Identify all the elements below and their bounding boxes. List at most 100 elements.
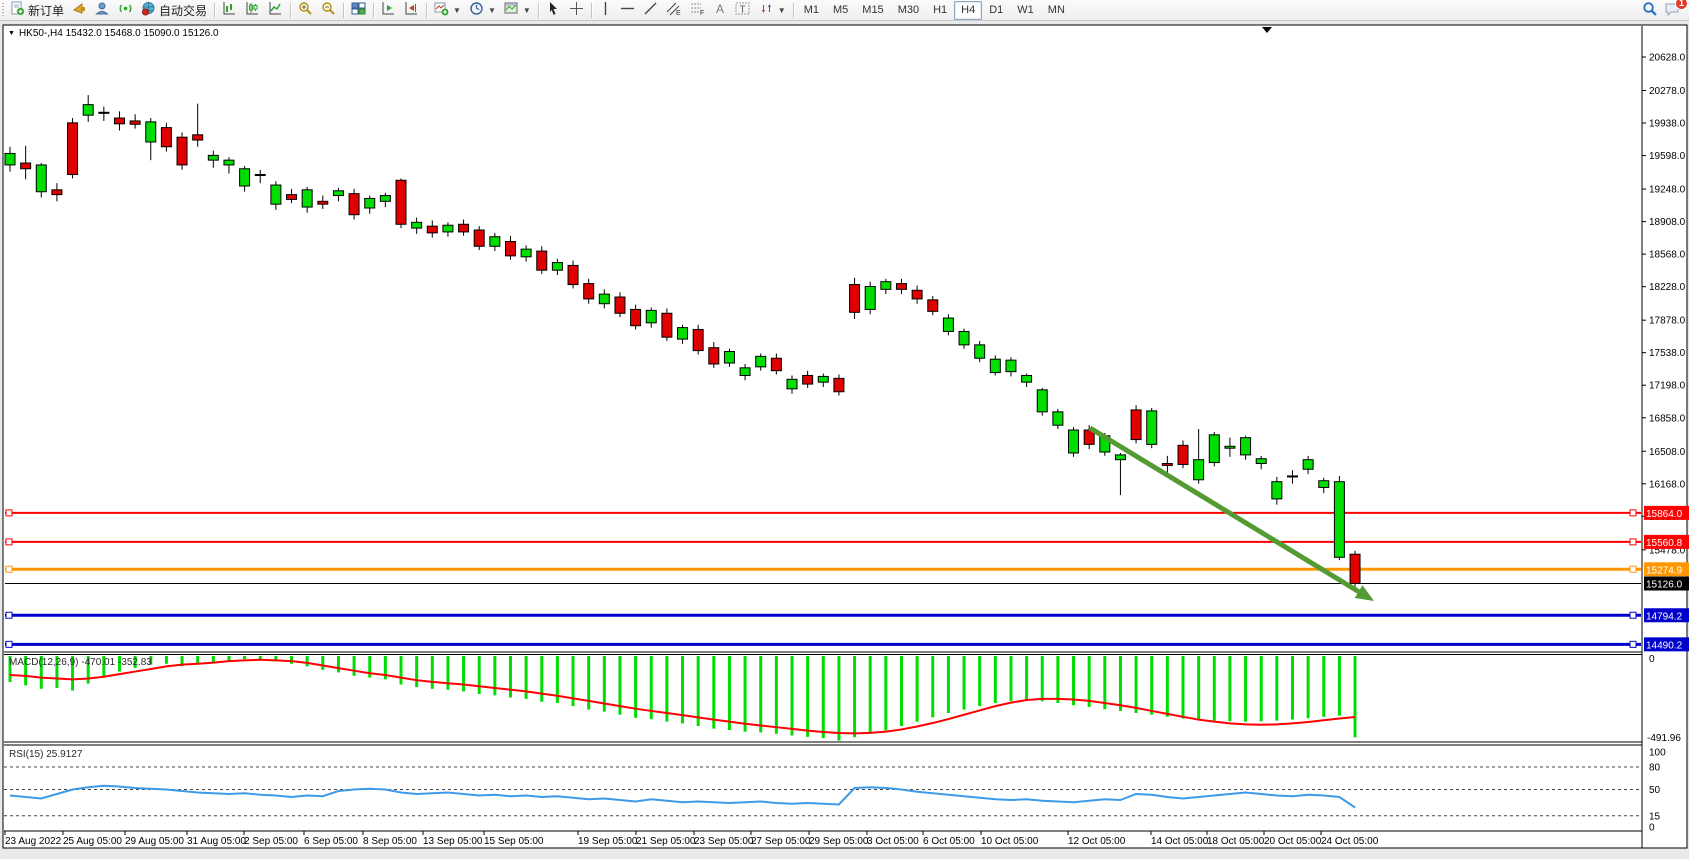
price-tick-label: 18568.0 [1649,250,1686,261]
hline-handle-left[interactable] [6,612,12,618]
time-tick-label: 6 Sep 05:00 [304,836,358,847]
time-tick-label: 14 Oct 05:00 [1151,836,1209,847]
trend-arrow-line[interactable] [1090,428,1359,592]
rsi-label: RSI(15) 25.9127 [9,749,82,760]
candle-body [1209,435,1219,463]
time-tick-label: 15 Sep 05:00 [484,836,544,847]
candle-body [318,201,328,204]
time-tick-label: 8 Sep 05:00 [363,836,417,847]
candle-body [865,286,875,309]
candle-body [146,122,156,142]
candle-body [443,225,453,232]
candle-body [1287,476,1297,477]
hline-handle-right[interactable] [1630,612,1636,618]
candle-body [1115,455,1125,460]
time-tick-label: 13 Sep 05:00 [423,836,483,847]
time-tick-label: 24 Oct 05:00 [1321,836,1379,847]
price-tick-label: 19248.0 [1649,185,1686,196]
candle-body [1334,482,1344,558]
hline-handle-left[interactable] [6,566,12,572]
candle-body [599,294,609,304]
candle-body [99,112,109,113]
hline-handle-right[interactable] [1630,566,1636,572]
price-tick-label: 18228.0 [1649,282,1686,293]
candle-body [5,153,15,164]
price-tick-label: 17878.0 [1649,316,1686,327]
candle-body [912,290,922,299]
candle-body [818,376,828,382]
chart-title-text: HK50-,H4 15432.0 15468.0 15090.0 15126.0 [19,28,219,39]
candle-body [208,155,218,160]
candle-body [333,191,343,196]
price-tick-label: 16168.0 [1649,479,1686,490]
candle-body [1272,482,1282,499]
time-tick-label: 31 Aug 05:00 [187,836,246,847]
candle-body [427,226,437,233]
candle-body [850,285,860,313]
price-tick-label: 17198.0 [1649,381,1686,392]
candle-body [287,195,297,200]
candle-body [990,359,1000,372]
candle-body [412,222,422,228]
candle-body [83,105,93,116]
time-tick-label: 23 Sep 05:00 [694,836,754,847]
candle-body [693,330,703,351]
candle-body [1225,446,1235,448]
price-tick-label: 19938.0 [1649,119,1686,130]
shift-marker-icon[interactable] [1262,27,1272,33]
candle-body [302,190,312,207]
candle-body [975,345,985,358]
price-tick-label: 18908.0 [1649,217,1686,228]
time-tick-label: 6 Oct 05:00 [923,836,975,847]
chart-window-border [3,25,1687,848]
rsi-scale-100: 100 [1649,748,1666,759]
candle-body [271,185,281,204]
macd-scale-bottom: -491.96 [1647,733,1681,744]
candle-body [1053,412,1063,425]
price-flag-label: 15560.8 [1646,538,1683,549]
price-tick-label: 17538.0 [1649,348,1686,359]
candle-body [1131,410,1141,440]
price-tick-label: 16508.0 [1649,447,1686,458]
price-tick-label: 20278.0 [1649,86,1686,97]
candle-body [1022,375,1032,382]
hline-handle-left[interactable] [6,510,12,516]
hline-handle-left[interactable] [6,539,12,545]
candle-body [459,224,469,232]
candle-body [1194,460,1204,480]
collapse-icon[interactable]: ▼ [8,30,15,37]
chart-title: ▼ HK50-,H4 15432.0 15468.0 15090.0 15126… [8,28,219,39]
candle-body [646,310,656,322]
time-tick-label: 19 Sep 05:00 [578,836,638,847]
candle-body [631,309,641,325]
candle-body [943,318,953,331]
hline-handle-right[interactable] [1630,510,1636,516]
chart-canvas[interactable]: 20628.020278.019938.019598.019248.018908… [0,0,1689,859]
candle-body [928,300,938,311]
candle-body [474,230,484,246]
hline-handle-right[interactable] [1630,641,1636,647]
time-tick-label: 27 Sep 05:00 [751,836,811,847]
candle-body [52,190,62,195]
candle-body [537,251,547,270]
time-tick-label: 18 Oct 05:00 [1207,836,1265,847]
candle-body [240,169,250,186]
time-tick-label: 29 Aug 05:00 [125,836,184,847]
candle-body [255,175,265,176]
candle-body [521,249,531,257]
candle-body [21,163,31,169]
candle-body [224,160,234,165]
candle-body [1147,411,1157,444]
candle-body [505,241,515,255]
rsi-scale-50: 50 [1649,785,1661,796]
candle-body [161,128,171,147]
hline-handle-left[interactable] [6,641,12,647]
candle-body [709,348,719,364]
price-tick-label: 20628.0 [1649,53,1686,64]
candle-body [1037,390,1047,412]
price-flag-label: 15864.0 [1646,509,1683,520]
time-tick-label: 23 Aug 2022 [5,836,62,847]
candle-body [740,368,750,376]
hline-handle-right[interactable] [1630,539,1636,545]
candle-body [1350,554,1360,583]
